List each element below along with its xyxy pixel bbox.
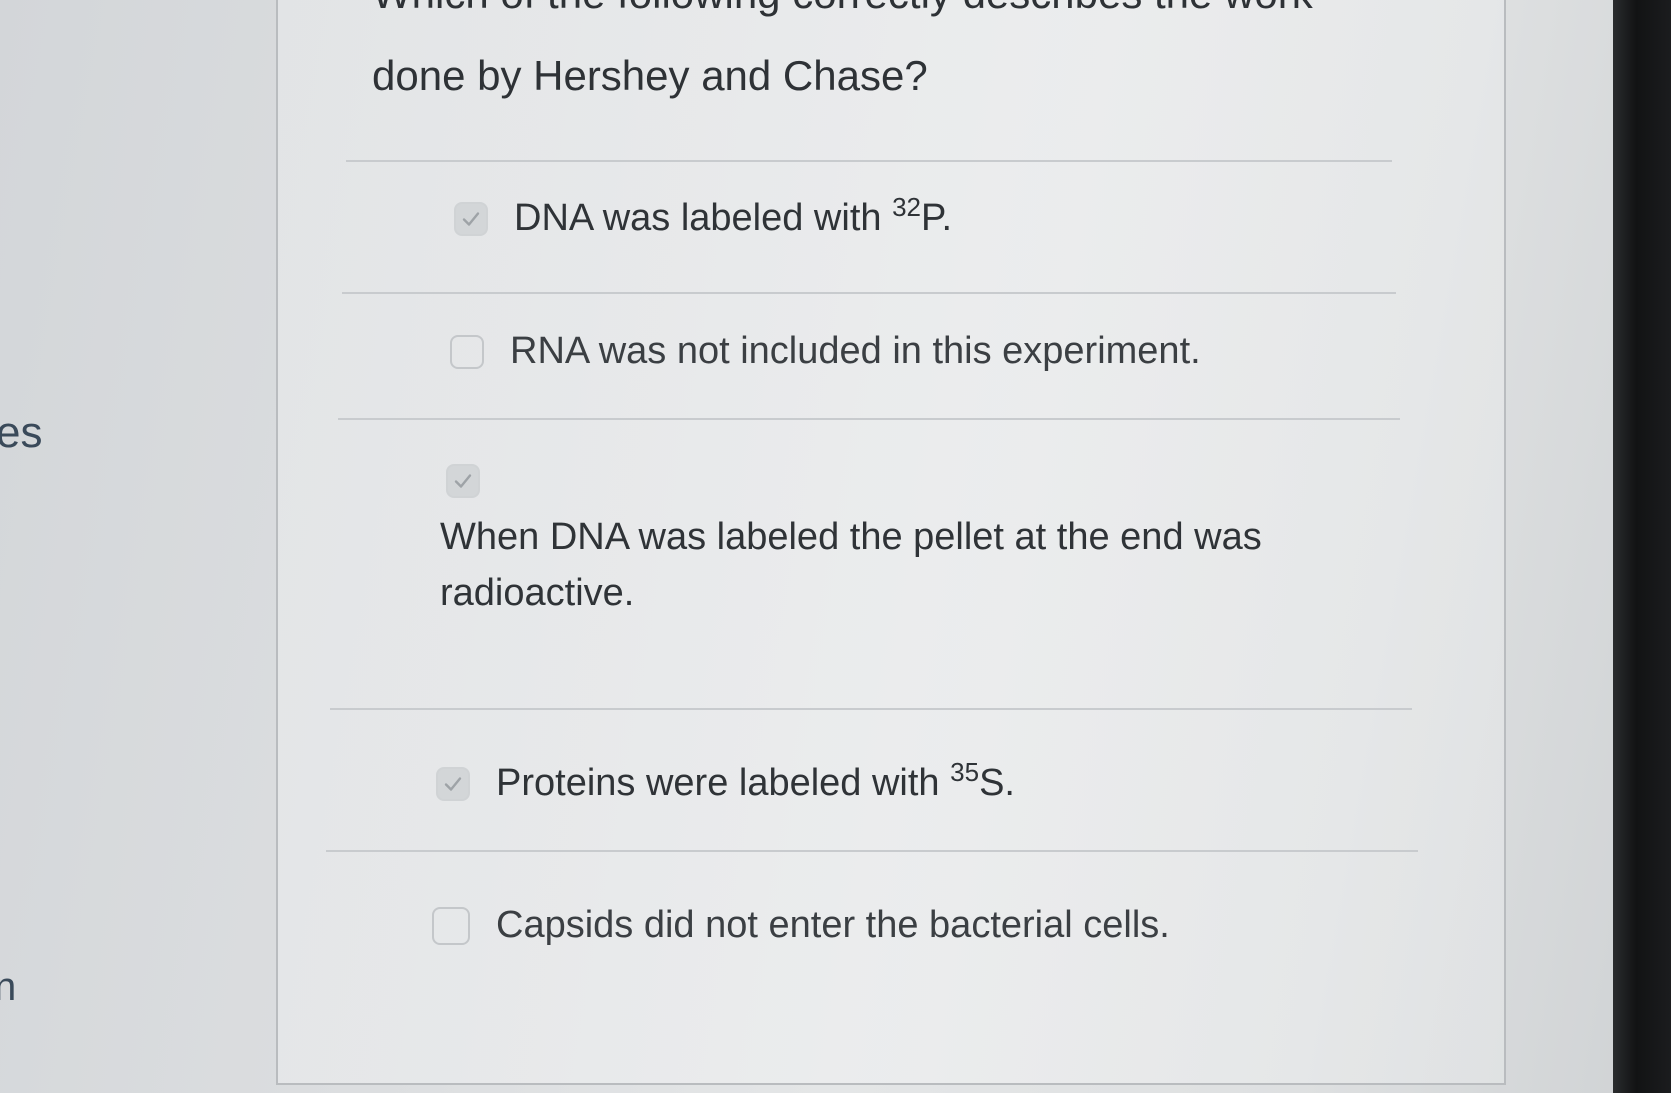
divider	[346, 160, 1392, 162]
divider	[342, 292, 1396, 294]
question-text: Which of the following correctly describ…	[372, 0, 1432, 104]
checkmark-icon	[454, 474, 472, 488]
checkbox-empty[interactable]	[450, 334, 484, 369]
answer-option-3-checkbox-row[interactable]	[446, 464, 480, 498]
answer-option-2[interactable]: RNA was not included in this experiment.	[450, 330, 1201, 373]
left-panel-text-fragment-bottom: n	[0, 965, 17, 1009]
question-line-2: done by Hershey and Chase?	[372, 52, 928, 99]
divider	[338, 418, 1400, 420]
option-label: Capsids did not enter the bacterial cell…	[496, 904, 1170, 946]
question-card: Which of the following correctly describ…	[276, 0, 1506, 1085]
question-line-1: Which of the following correctly describ…	[372, 0, 1432, 22]
divider	[330, 708, 1412, 710]
left-panel-text-fragment: es	[0, 408, 43, 457]
answer-option-1[interactable]: DNA was labeled with 32P.	[454, 192, 953, 240]
checkbox-checked[interactable]	[446, 464, 480, 498]
answer-option-3[interactable]: When DNA was labeled the pellet at the e…	[440, 509, 1340, 621]
checkbox-checked[interactable]	[436, 766, 470, 801]
answer-option-4[interactable]: Proteins were labeled with 35S.	[436, 757, 1015, 805]
checkbox-checked[interactable]	[454, 201, 488, 236]
divider	[326, 850, 1418, 852]
isotope-superscript: 32	[892, 192, 921, 222]
device-bezel	[1613, 0, 1671, 1093]
isotope-superscript: 35	[950, 757, 980, 787]
option-label: DNA was labeled with 32P.	[514, 192, 953, 239]
checkmark-icon	[462, 211, 480, 226]
answer-option-5[interactable]: Capsids did not enter the bacterial cell…	[432, 904, 1170, 947]
checkbox-empty[interactable]	[432, 906, 470, 945]
checkmark-icon	[444, 776, 462, 791]
option-label: Proteins were labeled with 35S.	[496, 757, 1015, 804]
option-label: RNA was not included in this experiment.	[510, 330, 1201, 372]
